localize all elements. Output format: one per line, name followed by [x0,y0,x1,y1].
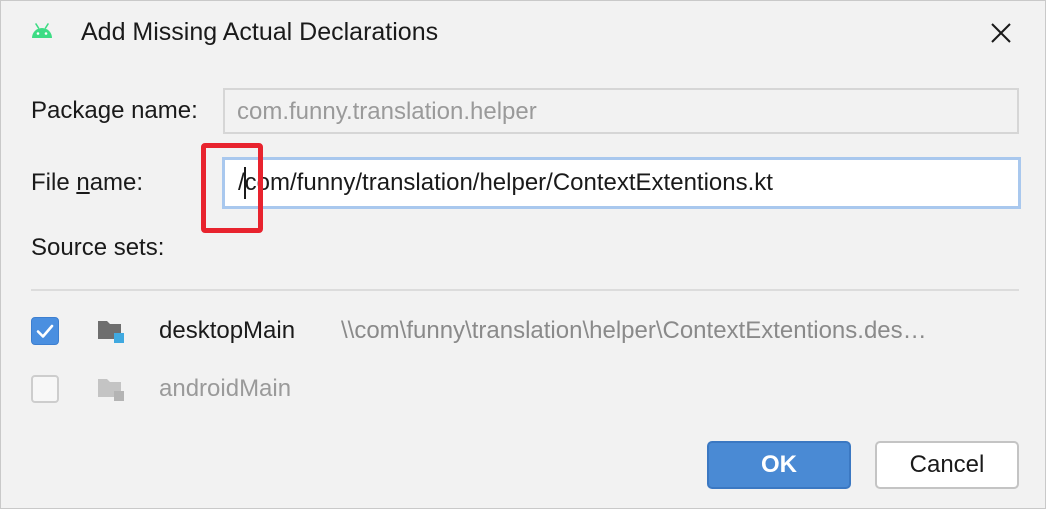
dialog-title: Add Missing Actual Declarations [81,18,439,46]
text-caret [244,167,246,199]
desktop-main-name: desktopMain [159,317,296,344]
source-sets-label: Source sets: [31,234,165,261]
dialog: Add Missing Actual Declarations Package … [0,0,1046,509]
separator [31,289,1019,291]
file-name-input[interactable] [238,160,1006,206]
android-main-name: androidMain [159,375,292,402]
source-set-row-android: androidMain [31,370,1019,410]
close-button[interactable] [979,11,1023,55]
cancel-button[interactable]: Cancel [875,441,1019,489]
checkmark-icon [36,324,54,338]
android-icon [32,23,52,38]
desktop-main-checkbox[interactable] [31,317,59,345]
source-set-row-desktop[interactable]: desktopMain \\com\funny\translation\help… [31,312,1019,352]
title-bar: Add Missing Actual Declarations [1,1,1045,63]
close-icon [991,23,1011,43]
source-folder-icon [98,321,124,343]
package-name-label: Package name: [31,97,198,124]
android-main-checkbox [31,375,59,403]
file-name-field[interactable] [222,157,1021,209]
source-folder-icon [98,379,124,401]
file-name-label: File name: [31,169,144,196]
desktop-main-path: \\com\funny\translation\helper\ContextEx… [341,317,927,344]
package-name-field: com.funny.translation.helper [223,88,1019,134]
ok-button[interactable]: OK [707,441,851,489]
